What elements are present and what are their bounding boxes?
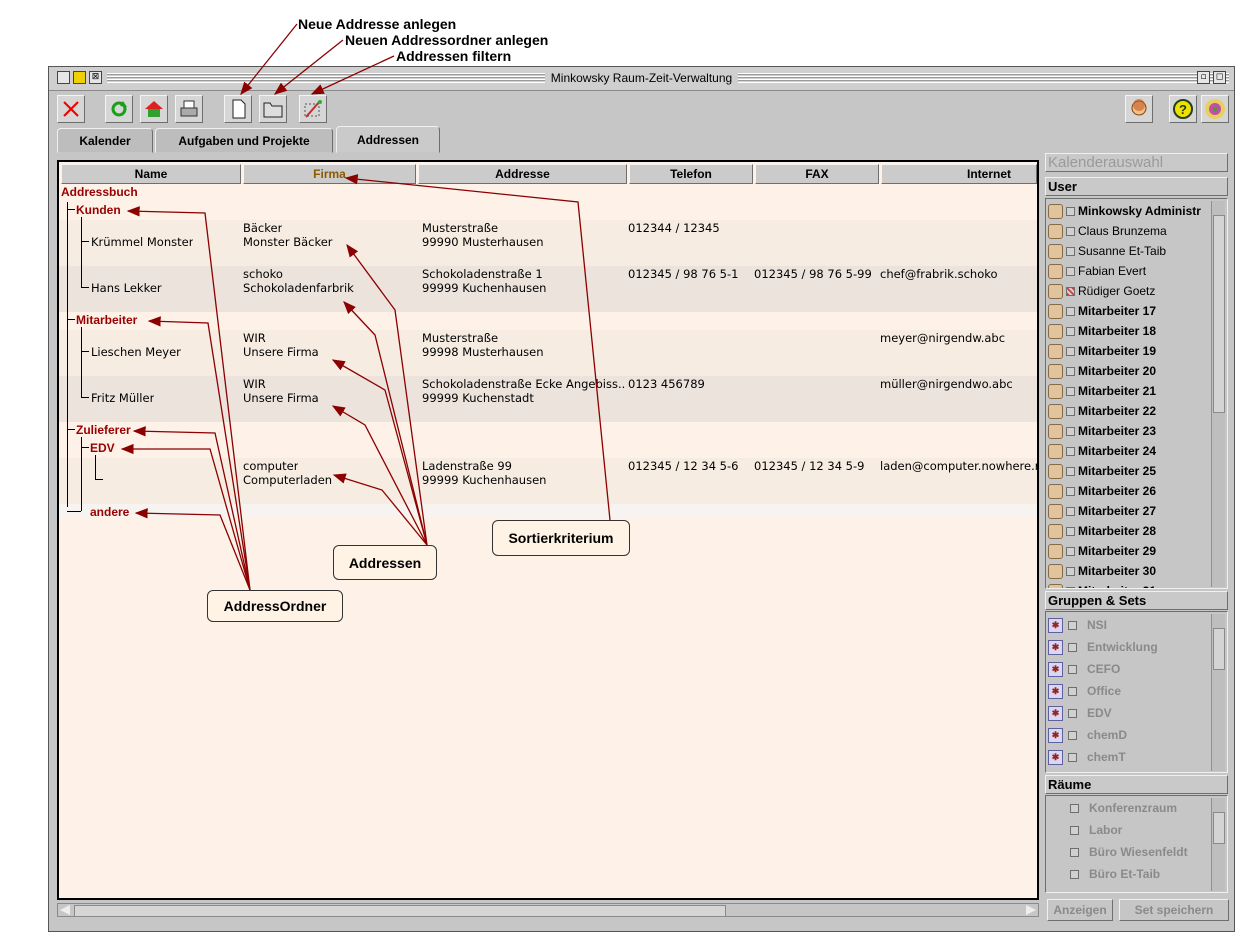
label-address-folders: AddressOrdner: [207, 590, 343, 622]
arrow-filter: [310, 55, 395, 95]
arrow-address-2: [343, 301, 428, 546]
label-sort-criterion: Sortierkriterium: [492, 520, 630, 556]
label-addresses: Addressen: [333, 545, 437, 580]
annotation-arrows: [120, 23, 611, 591]
arrow-address-5: [332, 473, 428, 546]
arrow-folder-mitarbeiter: [147, 316, 251, 591]
arrow-sort: [344, 174, 611, 521]
arrow-new-folder: [273, 39, 344, 95]
arrow-folder-kunden: [126, 206, 251, 591]
arrow-folder-zulieferer: [132, 426, 251, 591]
arrow-address-4: [331, 405, 428, 546]
arrow-folder-andere: [134, 508, 251, 591]
